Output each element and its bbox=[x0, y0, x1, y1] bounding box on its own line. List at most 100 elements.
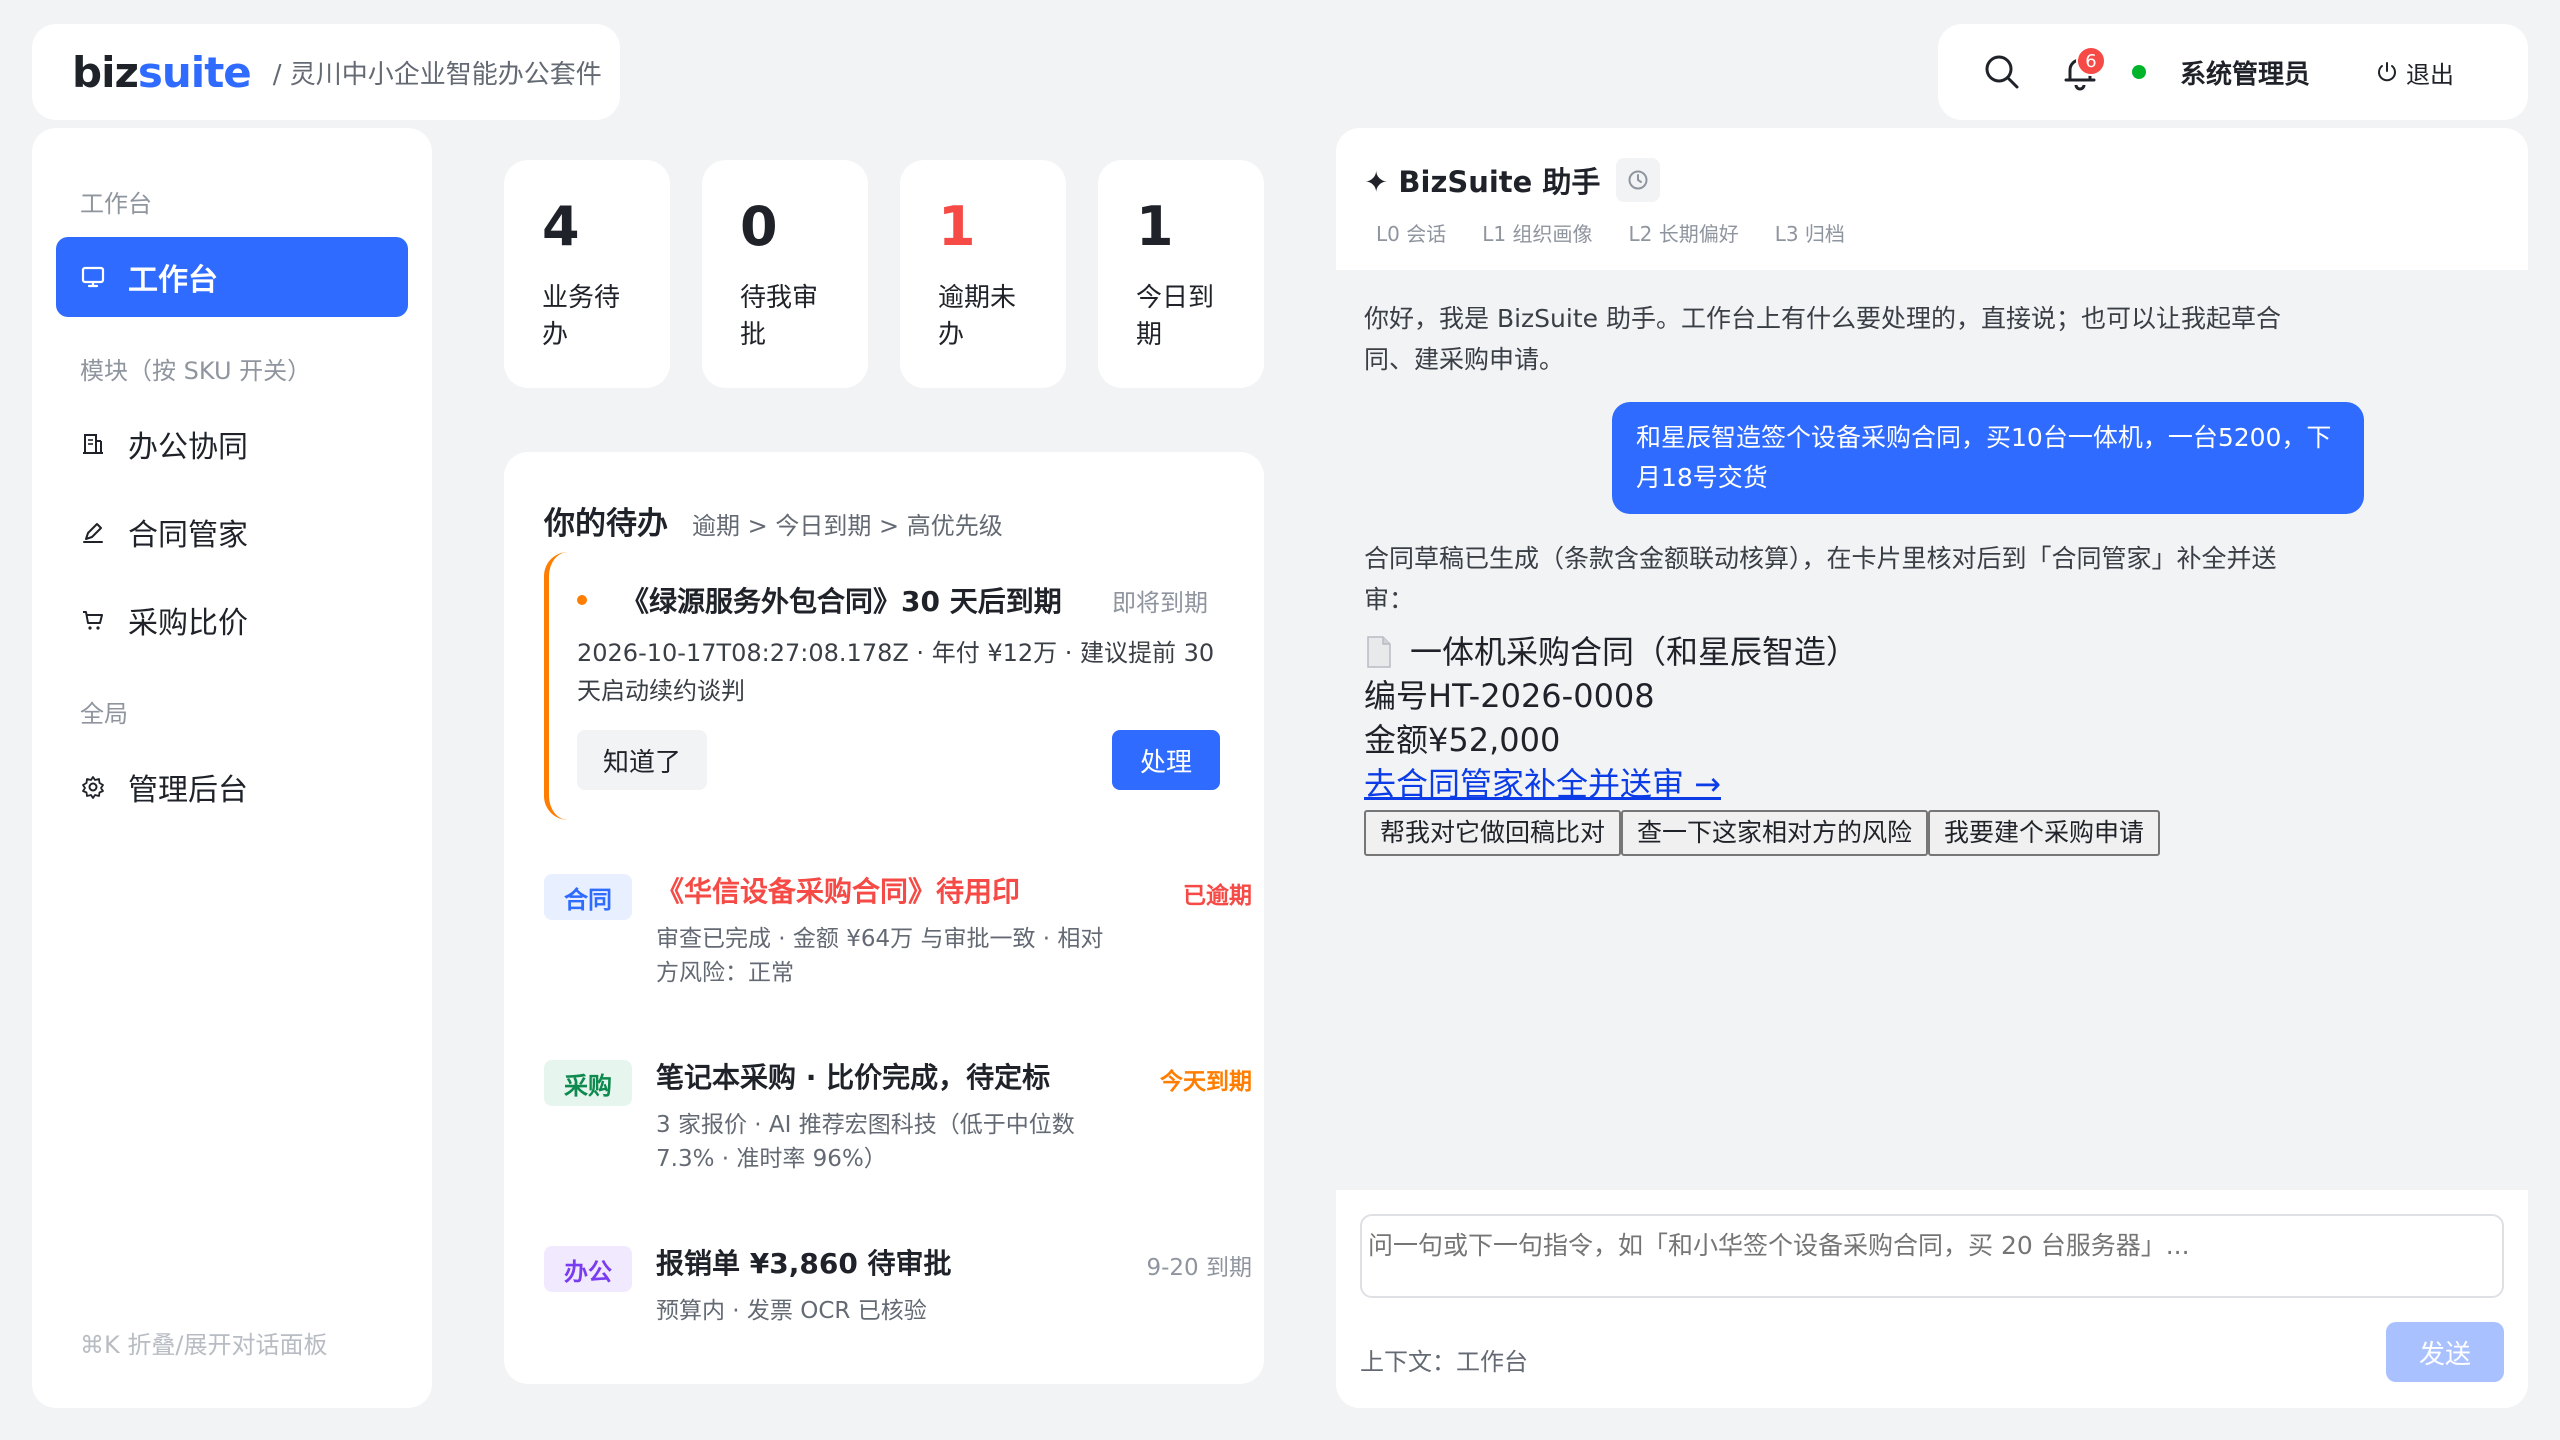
todo-title: 你的待办 bbox=[544, 506, 668, 542]
todo-badge: 合同 bbox=[544, 874, 632, 920]
context-label: 上下文：工作台 bbox=[1360, 1348, 1528, 1376]
monitor-icon bbox=[81, 266, 105, 288]
notification-button[interactable]: 6 bbox=[2052, 44, 2108, 100]
sidebar-item-office[interactable]: 办公协同 bbox=[56, 404, 408, 484]
sidebar-section-modules: 模块（按 SKU 开关） bbox=[80, 357, 312, 385]
assistant-panel: ✦ BizSuite 助手 L0 会话 L1 组织画像 L2 长期偏好 L3 归… bbox=[1336, 128, 2528, 1408]
stat-label: 业务待办 bbox=[542, 283, 621, 350]
sidebar-section-global: 全局 bbox=[80, 700, 128, 728]
sidebar-item-label: 办公协同 bbox=[128, 430, 248, 465]
todo-item-title: 笔记本采购 · 比价完成，待定标 bbox=[656, 1061, 1051, 1094]
user-message: 和星辰智造签个设备采购合同，买10台一体机，一台5200，下月18号交货 bbox=[1612, 402, 2364, 514]
sidebar-item-label: 工作台 bbox=[128, 263, 218, 298]
todo-badge: 办公 bbox=[544, 1246, 632, 1292]
todo-item-status: 今天到期 bbox=[1160, 1069, 1252, 1095]
todo-badge: 采购 bbox=[544, 1060, 632, 1106]
stat-value: 1 bbox=[1136, 195, 1174, 258]
sidebar-item-purchase[interactable]: 采购比价 bbox=[56, 580, 408, 660]
todo-item-status: 已逾期 bbox=[1183, 883, 1252, 909]
clock-icon bbox=[1628, 170, 1648, 190]
tab-memory-l3[interactable]: L3 归档 bbox=[1775, 218, 1845, 247]
draft-name: 一体机采购合同（和星辰智造） bbox=[1410, 633, 1859, 671]
contract-draft-card: 一体机采购合同（和星辰智造） 编号HT-2026-0008 金额¥52,000 … bbox=[1364, 630, 2500, 856]
assistant-greeting: 你好，我是 BizSuite 助手。工作台上有什么要处理的，直接说；也可以让我起… bbox=[1364, 304, 2281, 374]
logout-label: 退出 bbox=[2406, 60, 2455, 89]
assistant-title: ✦ BizSuite 助手 bbox=[1364, 165, 1601, 199]
logo[interactable]: bizsuite bbox=[72, 48, 252, 97]
sidebar: 工作台 工作台 模块（按 SKU 开关） 办公协同 合同管家 采购比价 全局 管… bbox=[32, 128, 432, 1408]
stat-label: 逾期未办 bbox=[938, 283, 1017, 350]
stat-card-due-today[interactable]: 1 今日到期 bbox=[1098, 160, 1264, 388]
gear-icon bbox=[82, 776, 104, 799]
stat-value: 1 bbox=[938, 195, 976, 258]
online-status-dot bbox=[2132, 65, 2146, 79]
go-contract-manager-link[interactable]: 去合同管家补全并送审 → bbox=[1364, 765, 1721, 803]
quick-action-compare[interactable]: 帮我对它做回稿比对 bbox=[1364, 810, 1622, 856]
notification-badge: 6 bbox=[2076, 46, 2106, 76]
sidebar-item-label: 管理后台 bbox=[128, 773, 248, 808]
dismiss-button[interactable]: 知道了 bbox=[577, 730, 708, 790]
composer: 上下文：工作台 发送 bbox=[1336, 1190, 2528, 1408]
urgent-dot bbox=[577, 595, 587, 605]
search-button[interactable] bbox=[1974, 44, 2030, 100]
draft-name-row: 一体机采购合同（和星辰智造） bbox=[1364, 630, 2500, 674]
handle-button[interactable]: 处理 bbox=[1112, 730, 1220, 790]
todo-header: 你的待办 逾期 > 今日到期 > 高优先级 bbox=[544, 498, 1003, 543]
power-icon bbox=[2378, 62, 2397, 82]
conversation: 你好，我是 BizSuite 助手。工作台上有什么要处理的，直接说；也可以让我起… bbox=[1336, 270, 2528, 1318]
tab-memory-l0[interactable]: L0 会话 bbox=[1376, 218, 1446, 247]
cart-icon bbox=[83, 611, 103, 630]
urgent-desc: 2026-10-17T08:27:08.178Z · 年付 ¥12万 · 建议提… bbox=[577, 639, 1215, 705]
todo-sort-hint: 逾期 > 今日到期 > 高优先级 bbox=[692, 512, 1003, 540]
tab-memory-l1[interactable]: L1 组织画像 bbox=[1482, 218, 1592, 247]
sidebar-item-label: 采购比价 bbox=[128, 606, 248, 641]
stat-card-overdue[interactable]: 1 逾期未办 bbox=[900, 160, 1066, 388]
sidebar-item-workbench[interactable]: 工作台 bbox=[56, 237, 408, 317]
todo-item-purchase[interactable]: 采购 笔记本采购 · 比价完成，待定标 3 家报价 · AI 推荐宏图科技（低于… bbox=[544, 1056, 1252, 1206]
stat-label: 待我审批 bbox=[740, 283, 819, 350]
stat-label: 今日到期 bbox=[1136, 283, 1215, 350]
todo-item-status: 9-20 到期 bbox=[1146, 1255, 1252, 1281]
sidebar-section-workbench: 工作台 bbox=[80, 190, 152, 218]
top-bar: 6 系统管理员 退出 bbox=[1938, 24, 2528, 120]
logout-button[interactable]: 退出 bbox=[2376, 55, 2454, 90]
todo-item-desc: 审查已完成 · 金额 ¥64万 与审批一致 · 相对方风险：正常 bbox=[656, 926, 1104, 986]
todo-item-contract[interactable]: 合同 《华信设备采购合同》待用印 审查已完成 · 金额 ¥64万 与审批一致 ·… bbox=[544, 870, 1252, 1020]
memory-tabs: L0 会话 L1 组织画像 L2 长期偏好 L3 归档 bbox=[1376, 218, 2500, 247]
tab-memory-l2[interactable]: L2 长期偏好 bbox=[1628, 218, 1738, 247]
brand-subtitle: / 灵川中小企业智能办公套件 bbox=[272, 59, 602, 90]
todo-item-title: 《华信设备采购合同》待用印 bbox=[656, 875, 1021, 908]
todo-item-office[interactable]: 办公 报销单 ¥3,860 待审批 预算内 · 发票 OCR 已核验 9-20 … bbox=[544, 1242, 1252, 1392]
draft-amount: 金额¥52,000 bbox=[1364, 721, 1561, 759]
user-name[interactable]: 系统管理员 bbox=[2180, 54, 2310, 91]
todo-item-desc: 3 家报价 · AI 推荐宏图科技（低于中位数 7.3% · 准时率 96%） bbox=[656, 1112, 1075, 1172]
assistant-reply: 合同草稿已生成（条款含金额联动核算），在卡片里核对后到「合同管家」补全并送审： bbox=[1364, 544, 2277, 614]
stat-value: 4 bbox=[542, 195, 580, 258]
history-button[interactable] bbox=[1616, 158, 1661, 202]
quick-action-risk-check[interactable]: 查一下这家相对方的风险 bbox=[1621, 810, 1929, 856]
assistant-header: ✦ BizSuite 助手 L0 会话 L1 组织画像 L2 长期偏好 L3 归… bbox=[1336, 128, 2528, 270]
sidebar-shortcut-hint: ⌘K 折叠/展开对话面板 bbox=[80, 1331, 328, 1359]
stat-value: 0 bbox=[740, 195, 778, 258]
todo-panel: 你的待办 逾期 > 今日到期 > 高优先级 《绿源服务外包合同》30 天后到期 … bbox=[504, 452, 1264, 1384]
stat-card-pending-approval[interactable]: 0 待我审批 bbox=[702, 160, 868, 388]
todo-item-title: 报销单 ¥3,860 待审批 bbox=[656, 1247, 952, 1280]
sidebar-item-label: 合同管家 bbox=[128, 518, 248, 553]
chat-input[interactable] bbox=[1360, 1214, 2504, 1298]
sidebar-item-contract[interactable]: 合同管家 bbox=[56, 492, 408, 572]
quick-action-purchase-request[interactable]: 我要建个采购申请 bbox=[1928, 810, 2161, 856]
urgent-title: 《绿源服务外包合同》30 天后到期 bbox=[621, 585, 1062, 618]
pen-icon bbox=[83, 523, 103, 543]
brand-header: bizsuite / 灵川中小企业智能办公套件 bbox=[32, 24, 620, 120]
urgent-tag: 即将到期 bbox=[1112, 588, 1208, 617]
document-icon bbox=[1367, 636, 1391, 668]
stat-card-business-todo[interactable]: 4 业务待办 bbox=[504, 160, 670, 388]
search-icon bbox=[1985, 55, 2019, 89]
building-icon bbox=[83, 434, 103, 454]
urgent-todo-card[interactable]: 《绿源服务外包合同》30 天后到期 即将到期 2026-10-17T08:27:… bbox=[544, 552, 1232, 820]
quick-actions: 帮我对它做回稿比对 查一下这家相对方的风险 我要建个采购申请 bbox=[1364, 810, 2500, 856]
todo-item-desc: 预算内 · 发票 OCR 已核验 bbox=[656, 1298, 927, 1324]
draft-number: 编号HT-2026-0008 bbox=[1364, 677, 1655, 715]
send-button[interactable]: 发送 bbox=[2386, 1322, 2504, 1382]
sidebar-item-admin[interactable]: 管理后台 bbox=[56, 747, 408, 827]
